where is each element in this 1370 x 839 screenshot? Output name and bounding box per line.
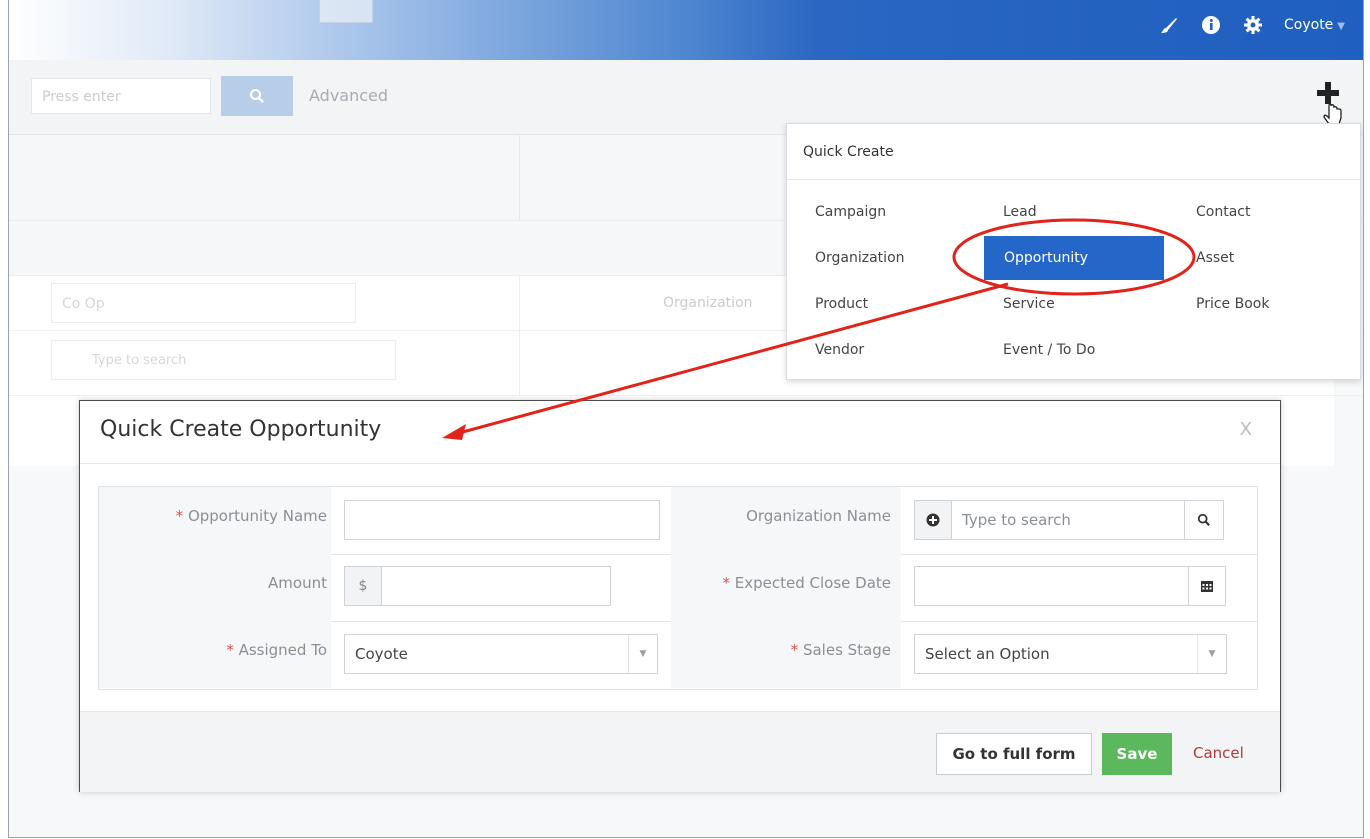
divider [519,275,520,395]
assigned-to-label: * Assigned To [226,641,327,659]
user-menu[interactable]: Coyote ▼ [1284,17,1345,33]
user-name: Coyote [1284,17,1334,33]
required-marker: * [790,641,803,659]
quick-create-organization[interactable]: Organization [815,236,905,280]
go-to-full-form-button[interactable]: Go to full form [936,733,1092,775]
organization-search-input[interactable]: Type to search [951,500,1185,540]
assigned-to-select[interactable]: Coyote ▼ [344,634,658,674]
quick-create-opportunity-modal: Quick Create Opportunity X * Opportunity… [79,400,1281,792]
divider [9,395,1363,396]
quick-create-service[interactable]: Service [1003,282,1055,326]
plus-icon [1317,82,1339,104]
quick-create-lead[interactable]: Lead [1003,190,1037,234]
hand-cursor-icon [1323,103,1342,125]
calendar-button[interactable] [1188,566,1226,606]
quick-create-price-book[interactable]: Price Book [1196,282,1269,326]
quick-create-title: Quick Create [787,124,1360,180]
search-icon [250,89,264,103]
opportunity-form: * Opportunity Name Organization Name Typ… [98,486,1258,690]
sales-stage-value: Select an Option [925,645,1050,663]
label-text: Assigned To [238,641,327,659]
background-org-header: Organization [663,295,753,311]
advanced-search-link[interactable]: Advanced [309,86,388,105]
form-row: * Assigned To Coyote ▼ * Sales Stage Sel… [99,621,1257,688]
gear-icon[interactable] [1242,14,1264,36]
organization-search-button[interactable] [1184,500,1224,540]
calendar-icon [1201,581,1213,592]
modal-footer: Go to full form Save Cancel [80,711,1280,792]
save-button[interactable]: Save [1102,733,1172,775]
top-nav-tools: Coyote ▼ [1158,14,1345,36]
background-search: Type to search [51,340,396,380]
close-icon[interactable]: X [1240,419,1252,440]
divider [519,135,520,220]
cancel-link[interactable]: Cancel [1193,744,1244,762]
plus-circle-icon [926,513,940,527]
required-marker: * [175,507,188,525]
label-text: Opportunity Name [187,507,327,525]
search-icon [1197,513,1210,526]
form-row: Amount $ * Expected Close Date [99,554,1257,622]
amount-input[interactable] [381,566,611,606]
modal-header: Quick Create Opportunity X [80,401,1280,464]
label-text: Expected Close Date [734,574,891,592]
search-button[interactable] [221,76,293,116]
top-nav-bar: Coyote ▼ [9,0,1363,60]
opportunity-name-label: * Opportunity Name [176,507,327,525]
quick-create-opportunity[interactable]: Opportunity [984,236,1164,280]
global-search-input[interactable]: Press enter [31,78,211,114]
required-marker: * [226,641,239,659]
quick-create-asset[interactable]: Asset [1196,236,1234,280]
sales-stage-select[interactable]: Select an Option ▼ [914,634,1227,674]
amount-label: Amount [268,574,327,592]
quick-create-plus-button[interactable] [1315,78,1345,128]
app-window: Coyote ▼ Press enter Advanced Co Op Organ… [8,0,1364,838]
expected-close-date-label: * Expected Close Date [722,574,891,592]
opportunity-name-input[interactable] [344,500,660,540]
chevron-down-icon: ▼ [1337,21,1345,32]
currency-addon: $ [344,566,382,606]
label-text: Sales Stage [802,641,891,659]
modal-title: Quick Create Opportunity [100,417,382,442]
sales-stage-label: * Sales Stage [791,641,891,659]
quick-create-product[interactable]: Product [815,282,868,326]
add-organization-button[interactable] [914,500,952,540]
quick-create-event-todo[interactable]: Event / To Do [1003,328,1095,372]
menu-tab-stub[interactable] [319,0,373,23]
chevron-down-icon: ▼ [628,635,657,673]
quick-create-contact[interactable]: Contact [1196,190,1250,234]
brush-icon[interactable] [1158,14,1180,36]
quick-create-vendor[interactable]: Vendor [815,328,864,372]
chevron-down-icon: ▼ [1197,635,1226,673]
organization-name-label: Organization Name [746,507,891,525]
quick-create-menu: Quick Create Campaign Organization Produ… [786,123,1361,380]
info-icon[interactable] [1200,14,1222,36]
quick-create-campaign[interactable]: Campaign [815,190,886,234]
background-field: Co Op [51,283,356,323]
expected-close-date-input[interactable] [914,566,1189,606]
form-row: * Opportunity Name Organization Name Typ… [99,487,1257,555]
assigned-to-value: Coyote [355,645,408,663]
required-marker: * [722,574,735,592]
